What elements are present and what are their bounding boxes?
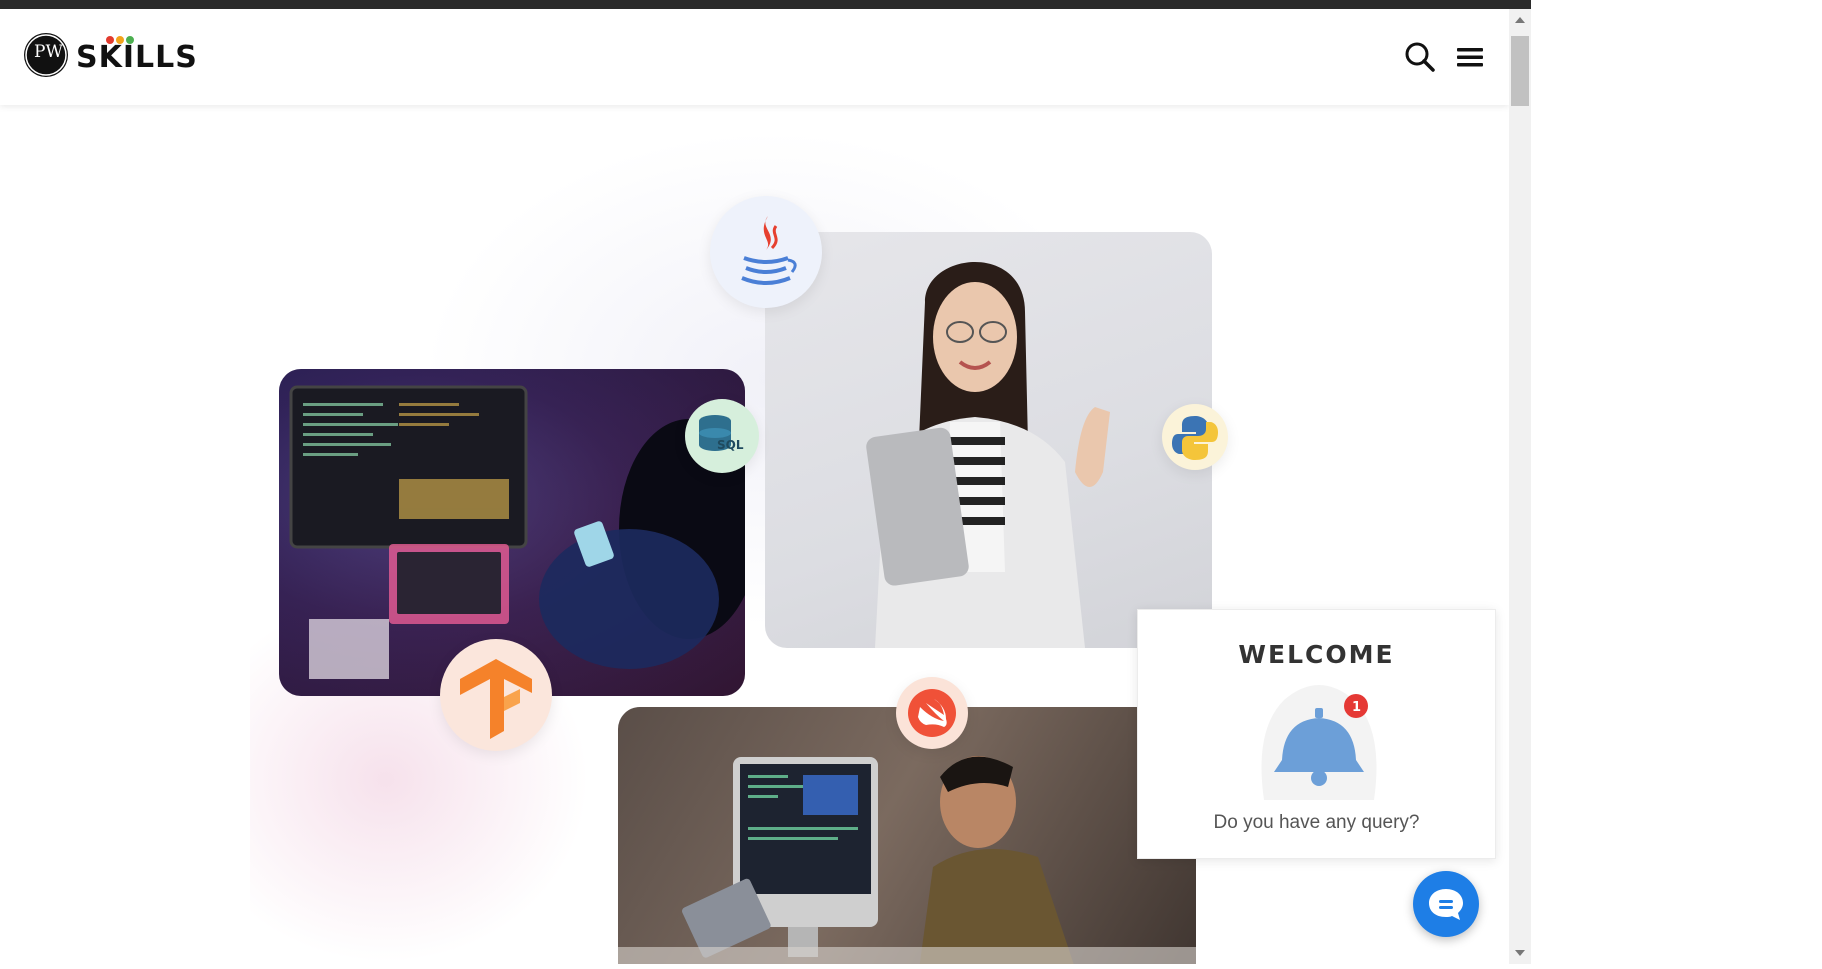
browser-top-edge — [0, 0, 1531, 9]
site-header: PW SKILLS — [0, 9, 1509, 105]
chat-button[interactable] — [1413, 871, 1479, 937]
query-prompt-text: Do you have any query? — [1213, 812, 1420, 833]
scroll-up-arrow-icon[interactable] — [1509, 9, 1531, 31]
scroll-down-arrow-icon[interactable] — [1509, 942, 1531, 964]
logo-wordmark: SKILLS — [76, 40, 198, 75]
tensorflow-icon — [440, 639, 552, 751]
scrollbar-thumb[interactable] — [1511, 36, 1529, 106]
welcome-popup[interactable]: WELCOME 1 Do you have any query? — [1137, 609, 1496, 859]
hamburger-menu-icon — [1457, 48, 1483, 67]
pw-monogram-icon: PW — [24, 33, 68, 77]
notification-bell-icon: 1 — [1234, 660, 1404, 810]
swift-icon — [896, 677, 968, 749]
blank-margin — [1531, 0, 1822, 964]
menu-button[interactable] — [1452, 39, 1488, 75]
notification-count-badge: 1 — [1352, 700, 1361, 715]
sql-database-icon: SQL — [685, 399, 759, 473]
pw-skills-logo[interactable]: PW SKILLS — [24, 33, 204, 83]
java-icon — [710, 196, 822, 308]
svg-text:PW: PW — [34, 42, 63, 62]
chat-bubble-icon — [1429, 889, 1463, 920]
python-icon — [1162, 404, 1228, 470]
page-viewport: PW SKILLS SQL WELCOME 1 Do you have any … — [0, 9, 1509, 964]
search-icon — [1405, 42, 1435, 72]
svg-text:SQL: SQL — [717, 438, 744, 452]
vertical-scrollbar[interactable] — [1509, 9, 1531, 964]
search-button[interactable] — [1402, 39, 1438, 75]
smiling-woman-with-laptop-image — [765, 232, 1212, 648]
